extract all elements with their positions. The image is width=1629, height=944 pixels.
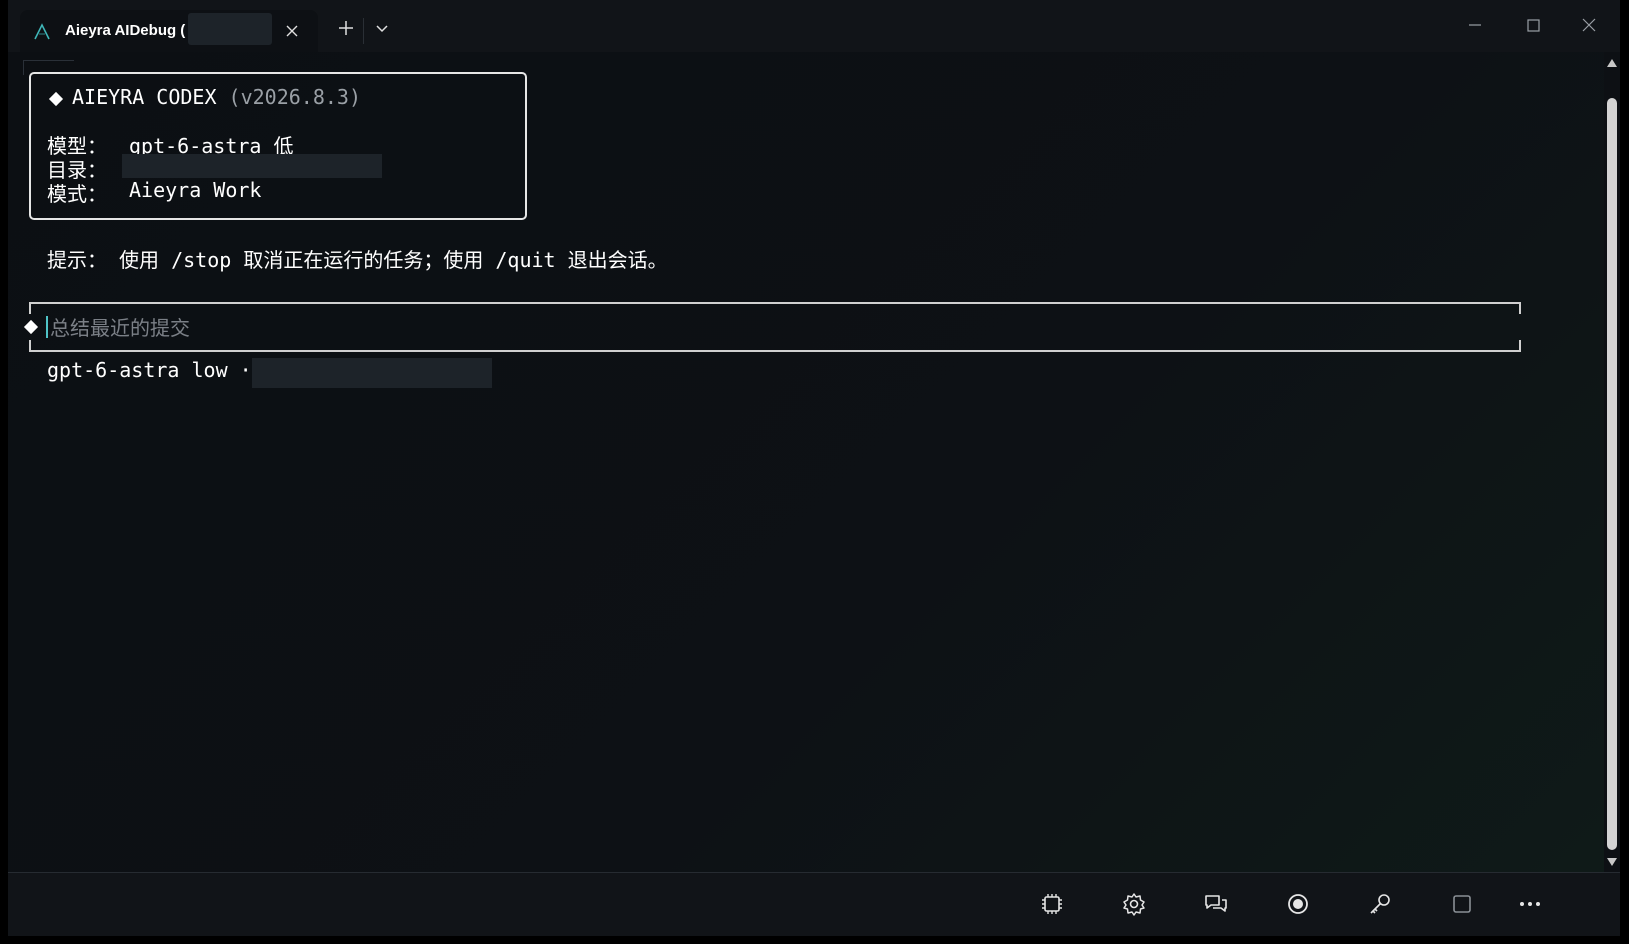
redacted-tab-text	[188, 13, 272, 45]
title-bar: Aieyra AIDebug (	[8, 0, 1620, 52]
key-icon[interactable]	[1365, 889, 1395, 919]
prompt-box[interactable]	[23, 302, 1521, 352]
cpu-icon[interactable]	[1037, 889, 1067, 919]
record-icon[interactable]	[1283, 889, 1313, 919]
chevron-down-icon[interactable]	[370, 16, 394, 40]
usage-tip: 提示： 使用 /stop 取消正在运行的任务；使用 /quit 退出会话。	[47, 248, 668, 272]
mode-value: Aieyra Work	[129, 178, 262, 202]
redacted-directory	[122, 154, 382, 178]
close-window-icon[interactable]	[1574, 12, 1604, 40]
app-name: AIEYRA CODEX	[72, 85, 217, 109]
chat-icon[interactable]	[1201, 889, 1231, 919]
scrollbar-thumb[interactable]	[1607, 98, 1617, 850]
settings-icon[interactable]	[1119, 889, 1149, 919]
codex-header-box: AIEYRA CODEX (v2026.8.3) 模型： gpt-6-astra…	[29, 72, 527, 220]
terminal-output[interactable]: AIEYRA CODEX (v2026.8.3) 模型： gpt-6-astra…	[8, 52, 1604, 872]
mode-label: 模式：	[47, 182, 107, 206]
prompt-box-corner	[1519, 340, 1521, 352]
close-tab-icon[interactable]	[282, 21, 302, 41]
prompt-diamond-icon	[23, 319, 39, 335]
new-tab-icon[interactable]	[334, 16, 358, 40]
model-status-line: gpt-6-astra low ·	[47, 358, 252, 382]
vertical-scrollbar[interactable]	[1604, 52, 1620, 872]
terminal-window: Aieyra AIDebug (AIEYRA CODEX (v2026.8.3…	[8, 0, 1620, 936]
aieyra-logo-icon	[32, 22, 52, 42]
redacted-status	[252, 358, 492, 388]
app-version: (v2026.8.3)	[228, 85, 361, 109]
prompt-input[interactable]	[48, 310, 1452, 346]
scroll-down-arrow-icon[interactable]	[1607, 858, 1617, 866]
prompt-box-corner	[29, 340, 31, 352]
square-icon[interactable]	[1447, 889, 1477, 919]
tab-title: Aieyra AIDebug (	[65, 22, 186, 39]
diamond-icon	[48, 91, 64, 107]
scroll-up-arrow-icon[interactable]	[1607, 59, 1617, 67]
more-icon[interactable]	[1515, 889, 1545, 919]
maximize-icon[interactable]	[1518, 12, 1548, 40]
bottom-toolbar	[8, 872, 1620, 936]
tab-aieyra-aidebug[interactable]: Aieyra AIDebug (	[20, 10, 318, 52]
app-title: AIEYRA CODEX (v2026.8.3)	[72, 85, 361, 109]
minimize-icon[interactable]	[1460, 12, 1490, 40]
titlebar-divider	[363, 18, 364, 44]
